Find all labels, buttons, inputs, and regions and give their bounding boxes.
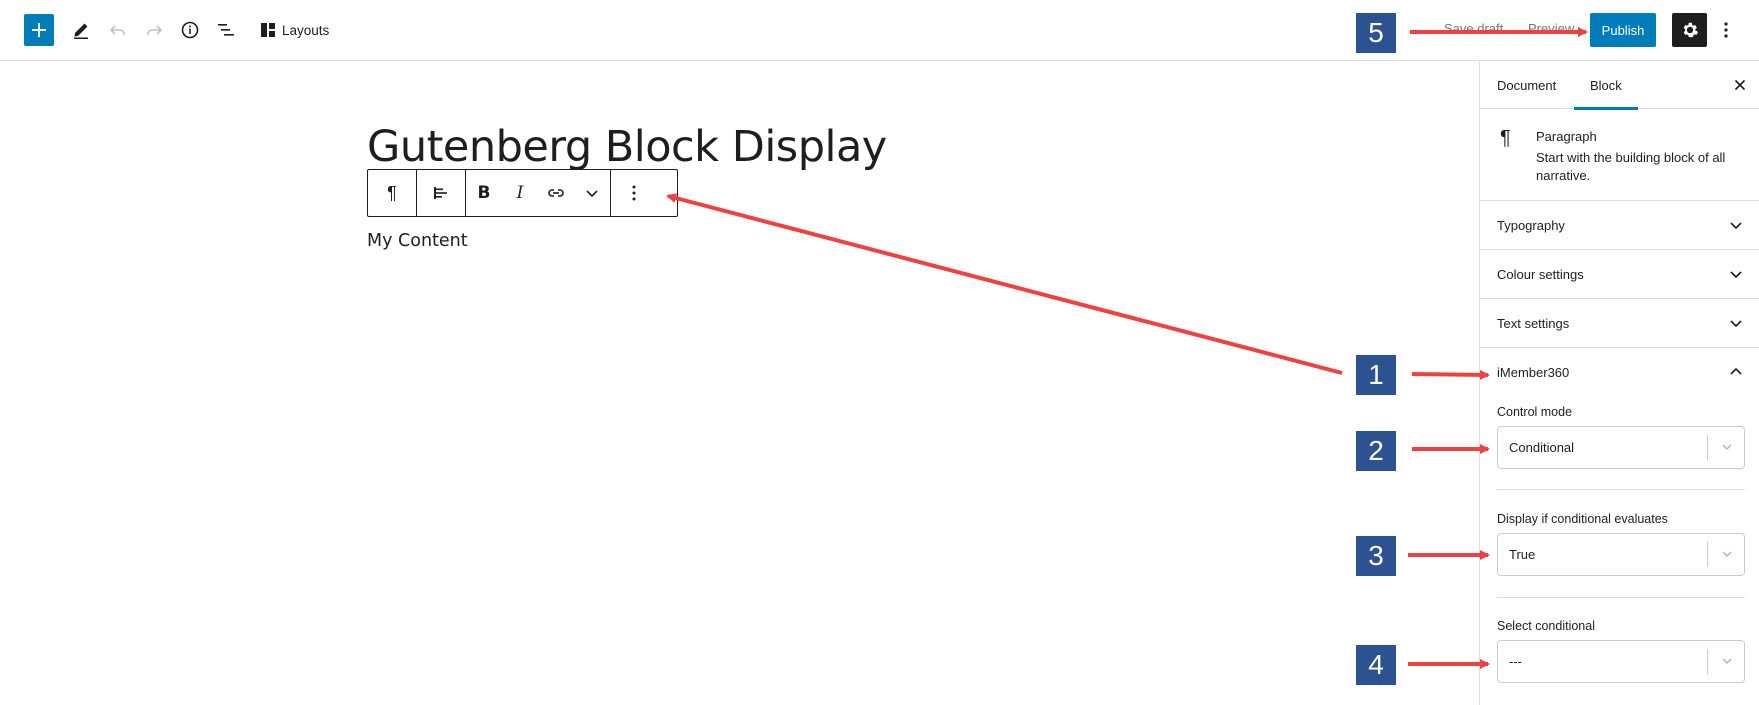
chevron-down-icon <box>1730 222 1742 230</box>
arrow-1-short <box>1411 369 1490 380</box>
chevron-down-icon <box>1722 444 1732 450</box>
divider <box>1497 597 1745 598</box>
select-conditional-select[interactable]: --- <box>1497 640 1745 683</box>
chevron-down-icon <box>1730 320 1742 328</box>
panel-colour-label: Colour settings <box>1497 266 1584 282</box>
plus-icon <box>32 23 46 37</box>
link-button[interactable] <box>538 170 574 216</box>
display-if-value: True <box>1509 547 1536 562</box>
close-sidebar-button[interactable] <box>1724 69 1756 101</box>
vertical-ellipsis-icon <box>1724 22 1728 38</box>
block-toolbar: ¶ B I <box>367 169 678 217</box>
info-icon <box>181 21 199 39</box>
panel-typography-label: Typography <box>1497 217 1565 233</box>
panel-text-label: Text settings <box>1497 315 1570 331</box>
sidebar-tabs: Document Block <box>1480 61 1759 110</box>
post-title[interactable]: Gutenberg Block Display <box>367 122 887 172</box>
select-separator <box>1707 649 1708 674</box>
layouts-icon <box>261 23 275 37</box>
chevron-down-icon <box>1722 551 1732 557</box>
list-view-icon <box>218 24 234 36</box>
panel-imember360[interactable]: iMember360 <box>1480 348 1759 397</box>
more-options-button[interactable] <box>1716 14 1736 46</box>
annotation-badge-5: 5 <box>1356 13 1396 53</box>
control-mode-label: Control mode <box>1497 405 1573 419</box>
list-view-button[interactable] <box>210 14 242 46</box>
arrow-1-long <box>666 193 1343 375</box>
alignment-group <box>417 170 466 216</box>
annotation-badge-1: 1 <box>1356 355 1396 395</box>
block-options-button[interactable] <box>611 170 657 216</box>
display-if-select[interactable]: True <box>1497 533 1745 576</box>
tools-button[interactable] <box>65 14 97 46</box>
tab-document[interactable]: Document <box>1497 61 1556 109</box>
publish-button[interactable]: Publish <box>1590 13 1656 47</box>
divider <box>1497 489 1745 490</box>
panel-text-settings[interactable]: Text settings <box>1480 299 1759 348</box>
tab-block[interactable]: Block <box>1574 61 1638 110</box>
options-group <box>611 170 657 216</box>
chevron-down-icon <box>586 190 598 198</box>
annotation-badge-2: 2 <box>1356 431 1396 471</box>
preview-button[interactable]: Preview <box>1528 21 1574 36</box>
block-card-description: Start with the building block of all nar… <box>1536 150 1726 183</box>
panel-colour-settings[interactable]: Colour settings <box>1480 250 1759 299</box>
chevron-down-icon <box>1722 658 1732 664</box>
control-mode-value: Conditional <box>1509 440 1575 455</box>
layouts-label: Layouts <box>282 22 330 38</box>
select-separator <box>1707 542 1708 567</box>
annotation-badge-3: 3 <box>1356 536 1396 576</box>
chevron-down-icon <box>1730 271 1742 279</box>
paragraph-block[interactable]: My Content <box>367 231 468 251</box>
select-conditional-value: --- <box>1509 654 1522 669</box>
bold-button[interactable]: B <box>466 170 502 216</box>
redo-button[interactable] <box>138 14 170 46</box>
pencil-icon <box>74 23 88 39</box>
italic-button[interactable]: I <box>502 170 538 216</box>
gear-icon <box>1683 22 1698 38</box>
block-card: ¶ Paragraph Start with the building bloc… <box>1480 109 1759 201</box>
chevron-up-icon <box>1730 367 1742 375</box>
panel-imember-label: iMember360 <box>1497 365 1570 380</box>
settings-sidebar: Document Block ¶ Paragraph Start with th… <box>1479 61 1759 705</box>
undo-button[interactable] <box>102 14 134 46</box>
annotation-badge-4: 4 <box>1356 645 1396 685</box>
panel-typography[interactable]: Typography <box>1480 201 1759 250</box>
align-left-icon <box>434 187 447 199</box>
format-group: B I <box>466 170 611 216</box>
link-icon <box>548 189 564 197</box>
close-icon <box>1734 79 1746 91</box>
add-block-button[interactable] <box>24 14 54 46</box>
editor-header: Layouts Save draft Preview Publish <box>0 0 1759 61</box>
more-rich-text-button[interactable] <box>574 170 610 216</box>
display-if-label: Display if conditional evaluates <box>1497 512 1668 526</box>
paragraph-block-switcher[interactable]: ¶ <box>368 170 416 216</box>
paragraph-icon: ¶ <box>1500 127 1511 149</box>
undo-icon <box>109 25 125 35</box>
control-mode-select[interactable]: Conditional <box>1497 426 1745 469</box>
select-separator <box>1707 435 1708 460</box>
details-button[interactable] <box>174 14 206 46</box>
block-card-title: Paragraph <box>1536 129 1597 144</box>
layouts-button[interactable]: Layouts <box>260 14 329 46</box>
redo-icon <box>147 25 163 35</box>
select-conditional-label: Select conditional <box>1497 619 1595 633</box>
settings-button[interactable] <box>1672 13 1707 47</box>
align-button[interactable] <box>417 170 465 216</box>
block-switcher-group: ¶ <box>368 170 417 216</box>
vertical-ellipsis-icon <box>632 185 636 201</box>
save-draft-button[interactable]: Save draft <box>1444 21 1503 36</box>
